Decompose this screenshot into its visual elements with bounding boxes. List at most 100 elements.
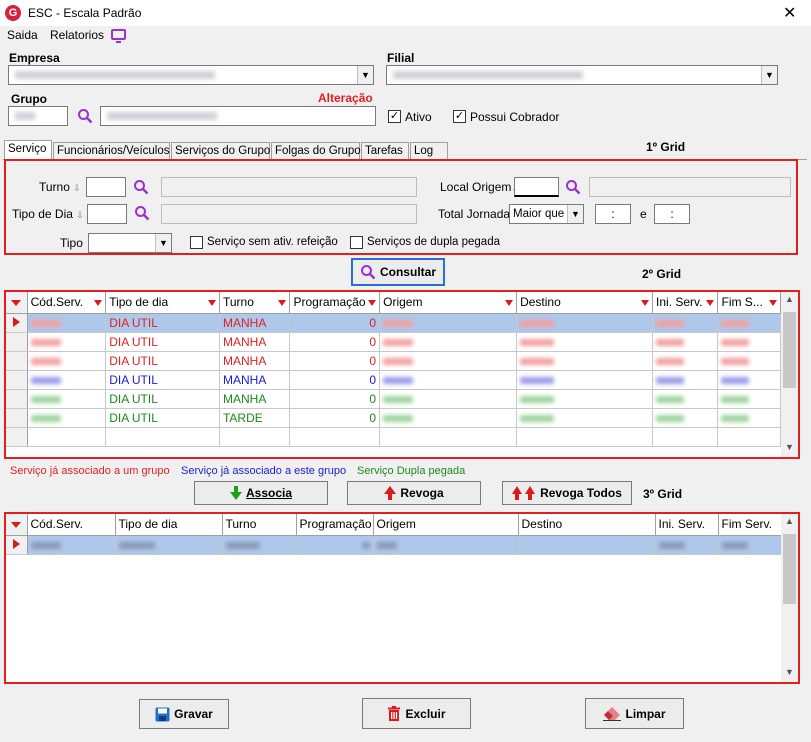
- close-icon[interactable]: ✕: [783, 3, 796, 23]
- cell-cod-serv: [27, 332, 107, 352]
- cell-origem: [379, 370, 518, 390]
- scroll-up-icon[interactable]: ▲: [781, 294, 798, 304]
- cell-turno: MANHA: [219, 370, 291, 390]
- revoga-button[interactable]: Revoga: [347, 481, 481, 505]
- tab-tarefas[interactable]: Tarefas: [361, 142, 409, 160]
- excluir-button[interactable]: Excluir: [362, 698, 471, 729]
- search-icon[interactable]: [77, 108, 93, 124]
- col-cod-serv[interactable]: Cód.Serv.: [27, 514, 116, 536]
- table-row[interactable]: DIA UTIL MANHA 0: [6, 351, 781, 371]
- search-icon: [360, 265, 376, 280]
- col-programacao[interactable]: Programação: [289, 292, 381, 314]
- tab-servico[interactable]: Serviço: [4, 140, 52, 161]
- cell-ini-serv: [652, 351, 719, 371]
- scroll-up-icon[interactable]: ▲: [781, 516, 798, 526]
- sem-ativ-refeicao-checkbox[interactable]: [190, 236, 203, 249]
- col-ini-serv[interactable]: Ini. Serv.: [655, 514, 719, 536]
- search-icon[interactable]: [133, 179, 149, 195]
- possui-cobrador-checkbox[interactable]: ✓: [453, 110, 466, 123]
- grid2-scroll-thumb[interactable]: [783, 312, 796, 388]
- tab-funcionarios-veiculos[interactable]: Funcionários/Veículos: [53, 142, 170, 160]
- row-indicator: [6, 389, 28, 409]
- cell-turno: [222, 535, 297, 555]
- grupo-code-input[interactable]: [8, 106, 68, 126]
- cell-destino: [516, 332, 654, 352]
- time-from-input[interactable]: :: [595, 204, 631, 224]
- table-row[interactable]: [6, 535, 782, 555]
- tab-log[interactable]: Log: [410, 142, 448, 160]
- ativo-checkbox[interactable]: ✓: [388, 110, 401, 123]
- cell-fim-serv: [717, 313, 781, 333]
- cell-programacao: [296, 535, 374, 555]
- col-destino[interactable]: Destino: [518, 514, 656, 536]
- consultar-button[interactable]: Consultar: [351, 258, 445, 286]
- cell-programacao: 0: [289, 351, 381, 371]
- scroll-down-icon[interactable]: ▼: [781, 667, 798, 677]
- empresa-select[interactable]: ▼: [8, 65, 374, 85]
- col-fim-serv[interactable]: Fim S...: [717, 292, 781, 314]
- col-origem[interactable]: Origem: [373, 514, 519, 536]
- cell-fim-serv: [717, 351, 781, 371]
- cell-turno: MANHA: [219, 351, 291, 371]
- grid3-label: 3º Grid: [643, 487, 683, 501]
- search-icon[interactable]: [134, 205, 150, 221]
- col-ini-serv[interactable]: Ini. Serv.: [652, 292, 719, 314]
- menu-relatorios[interactable]: Relatorios: [50, 28, 104, 42]
- cell-tipo-dia: DIA UTIL: [105, 351, 220, 371]
- col-fim-serv[interactable]: Fim Serv.: [718, 514, 782, 536]
- col-tipo-dia[interactable]: Tipo de dia: [115, 514, 223, 536]
- search-icon[interactable]: [565, 179, 581, 195]
- turno-input[interactable]: [86, 177, 126, 197]
- legend-red: Serviço já associado a um grupo: [10, 465, 170, 477]
- filter-icon: [368, 300, 377, 307]
- tipo-select[interactable]: ▼: [88, 233, 172, 253]
- monitor-icon[interactable]: [111, 29, 126, 43]
- table-row[interactable]: DIA UTIL MANHA 0: [6, 332, 781, 352]
- cell-cod-serv: [27, 389, 107, 409]
- table-row[interactable]: DIA UTIL MANHA 0: [6, 389, 781, 409]
- cell-ini-serv: [652, 332, 719, 352]
- gravar-button[interactable]: Gravar: [139, 699, 229, 729]
- cell-fim-serv: [717, 389, 781, 409]
- grid3-scrollbar[interactable]: ▲ ▼: [781, 514, 798, 682]
- associa-button[interactable]: Associa: [194, 481, 328, 505]
- col-turno[interactable]: Turno: [219, 292, 291, 314]
- filial-select[interactable]: ▼: [386, 65, 778, 85]
- table-row[interactable]: DIA UTIL TARDE 0: [6, 408, 781, 428]
- cell-ini-serv: [652, 408, 719, 428]
- cell-turno: TARDE: [219, 408, 291, 428]
- group-services-table: Cód.Serv. Tipo de dia Turno Programação …: [6, 514, 782, 555]
- col-programacao[interactable]: Programação: [296, 514, 374, 536]
- chevron-down-icon: ▼: [761, 66, 777, 84]
- grupo-name-input[interactable]: [100, 106, 376, 126]
- tab-folgas-do-grupo[interactable]: Folgas do Grupo: [271, 142, 361, 160]
- table-row[interactable]: DIA UTIL MANHA 0: [6, 370, 781, 390]
- time-to-input[interactable]: :: [654, 204, 690, 224]
- chevron-down-icon: ▼: [357, 66, 373, 84]
- tipo-label: Tipo: [60, 236, 83, 250]
- col-tipo-dia[interactable]: Tipo de dia: [105, 292, 220, 314]
- limpar-button[interactable]: Limpar: [585, 698, 684, 729]
- grid3-panel: Cód.Serv. Tipo de dia Turno Programação …: [4, 512, 800, 684]
- dupla-pegada-checkbox[interactable]: [350, 236, 363, 249]
- col-turno[interactable]: Turno: [222, 514, 297, 536]
- revoga-todos-button[interactable]: Revoga Todos: [502, 481, 632, 505]
- tipo-dia-input[interactable]: [87, 204, 127, 224]
- total-jornada-operator-select[interactable]: Maior que ▼: [509, 204, 584, 224]
- cell-origem: [379, 408, 518, 428]
- scroll-down-icon[interactable]: ▼: [781, 442, 798, 452]
- grid3-scroll-thumb[interactable]: [783, 534, 796, 604]
- tab-servicos-do-grupo[interactable]: Serviços do Grupo: [171, 142, 270, 160]
- local-origem-input[interactable]: [514, 177, 559, 197]
- row-indicator: [6, 332, 28, 352]
- col-destino[interactable]: Destino: [516, 292, 654, 314]
- table-empty-row: [6, 427, 781, 447]
- col-origem[interactable]: Origem: [379, 292, 518, 314]
- table-row[interactable]: DIA UTIL MANHA 0: [6, 313, 781, 333]
- menu-saida[interactable]: Saida: [7, 28, 38, 42]
- grid2-scrollbar[interactable]: ▲ ▼: [781, 292, 798, 457]
- table-header-row: Cód.Serv. Tipo de dia Turno Programação …: [6, 292, 781, 314]
- chevron-down-icon: ▼: [567, 205, 583, 223]
- filial-label: Filial: [387, 51, 415, 65]
- col-cod-serv[interactable]: Cód.Serv.: [27, 292, 107, 314]
